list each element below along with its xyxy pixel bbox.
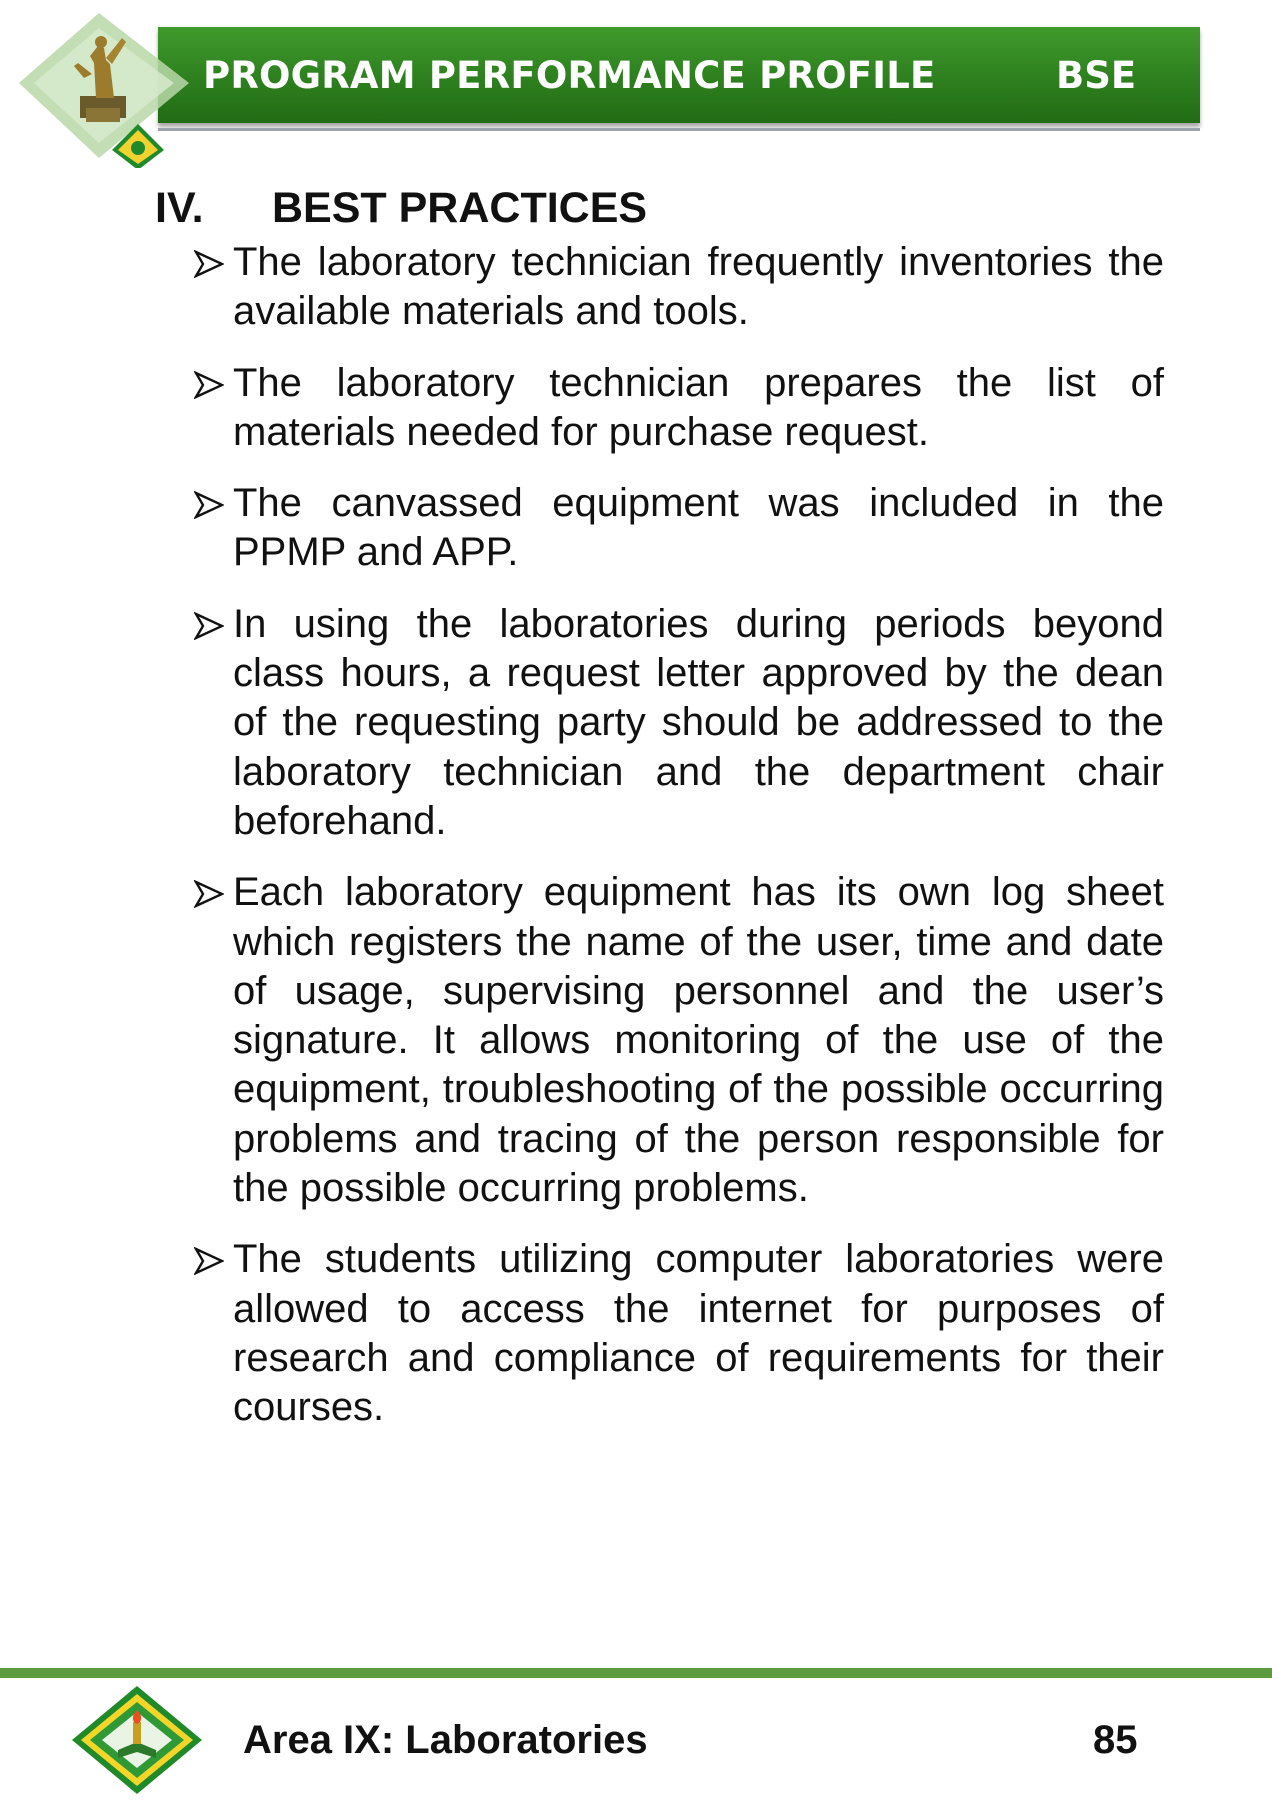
arrowhead-bullet-icon (194, 491, 224, 520)
list-item: The canvassed equipment was included in … (194, 479, 1164, 578)
practice-text: The canvassed equipment was included in … (233, 481, 1164, 575)
arrowhead-bullet-icon (194, 611, 224, 640)
section-title: BEST PRACTICES (272, 184, 648, 232)
arrowhead-bullet-icon (194, 1247, 224, 1276)
arrowhead-bullet-icon (194, 370, 224, 399)
arrowhead-bullet-icon (194, 250, 224, 278)
practice-text: The students utilizing computer laborato… (233, 1237, 1164, 1430)
section-heading: IV. BEST PRACTICES (155, 184, 647, 233)
list-item: The students utilizing computer laborato… (194, 1235, 1164, 1432)
footer-area-label: Area IX: Laboratories (243, 1718, 648, 1762)
footer-divider (0, 1668, 1272, 1678)
list-item: In using the laboratories during periods… (194, 600, 1164, 846)
list-item: The laboratory technician frequently inv… (194, 238, 1164, 337)
program-code: BSE (1056, 54, 1137, 97)
list-item: Each laboratory equipment has its own lo… (194, 868, 1164, 1213)
document-title: PROGRAM PERFORMANCE PROFILE (203, 54, 936, 97)
section-number: IV. (155, 184, 204, 232)
practice-text: The laboratory technician frequently inv… (233, 240, 1164, 334)
practice-text: In using the laboratories during periods… (233, 601, 1164, 843)
page-number: 85 (1093, 1718, 1138, 1762)
list-item: The laboratory technician prepares the l… (194, 359, 1164, 458)
practice-text: Each laboratory equipment has its own lo… (233, 870, 1164, 1211)
university-seal-with-statue-icon (19, 13, 189, 168)
arrowhead-bullet-icon (194, 880, 224, 909)
best-practices-list: The laboratory technician frequently inv… (194, 238, 1164, 1455)
practice-text: The laboratory technician prepares the l… (233, 360, 1164, 454)
university-seal-icon (72, 1686, 202, 1794)
